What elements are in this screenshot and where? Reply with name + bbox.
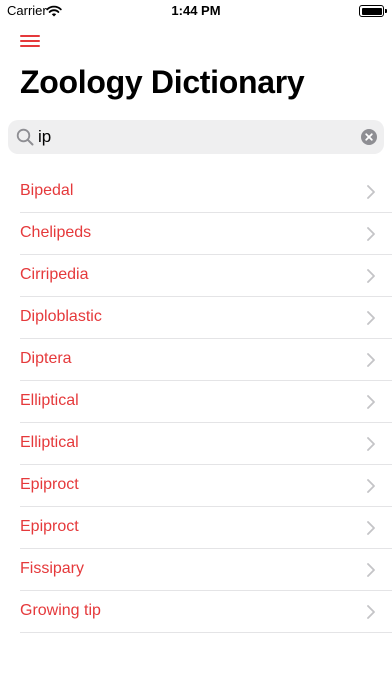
clear-search-icon[interactable]: [361, 129, 377, 145]
page-title: Zoology Dictionary: [20, 64, 305, 100]
chevron-right-icon: [367, 605, 375, 619]
battery-icon: [359, 5, 387, 17]
status-bar: Carrier 1:44 PM: [0, 0, 392, 22]
chevron-right-icon: [367, 521, 375, 535]
list-item[interactable]: Elliptical: [0, 423, 392, 465]
list-item[interactable]: Diptera: [0, 339, 392, 381]
list-item[interactable]: Epiproct: [0, 465, 392, 507]
term-label: Diploblastic: [20, 308, 102, 325]
chevron-right-icon: [367, 269, 375, 283]
term-label: Epiproct: [20, 518, 79, 535]
search-input[interactable]: [38, 120, 358, 154]
term-label: Fissipary: [20, 560, 85, 577]
clock-time: 1:44 PM: [171, 3, 221, 18]
term-label: Diptera: [20, 350, 72, 367]
chevron-right-icon: [367, 437, 375, 451]
list-item[interactable]: Fissipary: [0, 549, 392, 591]
chevron-right-icon: [367, 311, 375, 325]
term-label: Growing tip: [20, 602, 101, 619]
search-icon: [16, 128, 34, 146]
chevron-right-icon: [367, 563, 375, 577]
list-item[interactable]: Cirripedia: [0, 255, 392, 297]
term-label: Bipedal: [20, 182, 74, 199]
term-label: Elliptical: [20, 392, 79, 409]
term-label: Chelipeds: [20, 224, 92, 241]
list-item[interactable]: Growing tip: [0, 591, 392, 633]
chevron-right-icon: [367, 395, 375, 409]
term-label: Elliptical: [20, 434, 79, 451]
chevron-right-icon: [367, 479, 375, 493]
list-item[interactable]: Diploblastic: [0, 297, 392, 339]
search-results-list: Bipedal Chelipeds Cirripedia Diploblasti…: [0, 171, 392, 633]
list-item[interactable]: Epiproct: [0, 507, 392, 549]
hamburger-menu-icon[interactable]: [20, 33, 40, 49]
list-item[interactable]: Bipedal: [0, 171, 392, 213]
chevron-right-icon: [367, 353, 375, 367]
chevron-right-icon: [367, 227, 375, 241]
list-item[interactable]: Elliptical: [0, 381, 392, 423]
search-bar[interactable]: [8, 120, 384, 154]
term-label: Cirripedia: [20, 266, 89, 283]
list-item[interactable]: Chelipeds: [0, 213, 392, 255]
chevron-right-icon: [367, 185, 375, 199]
term-label: Epiproct: [20, 476, 79, 493]
